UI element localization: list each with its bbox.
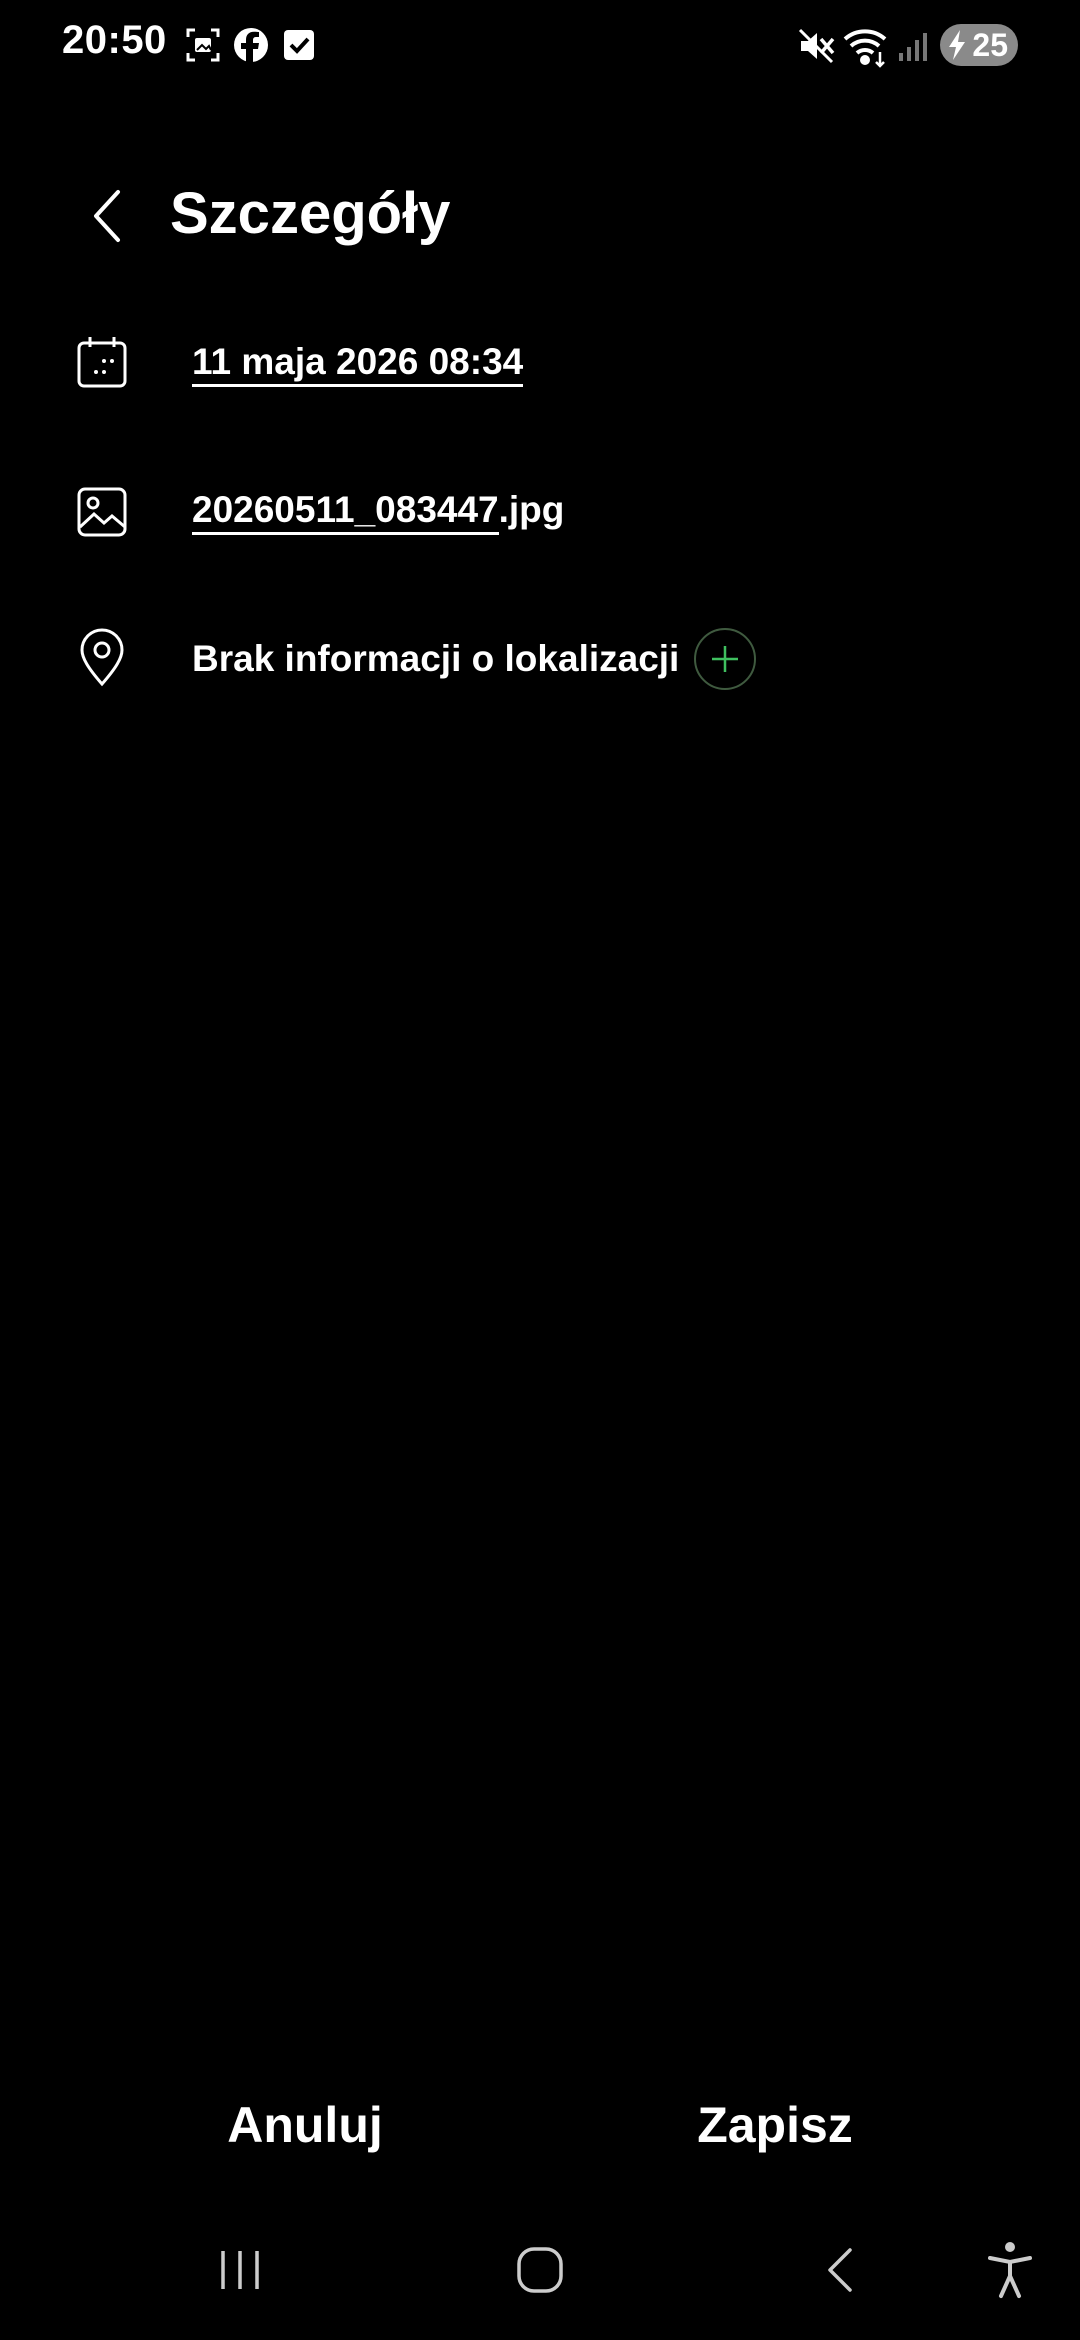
recent-apps-icon <box>221 2251 259 2289</box>
checkbox-icon <box>280 26 318 64</box>
location-pin-icon <box>72 628 132 688</box>
recent-apps-button[interactable] <box>200 2240 280 2300</box>
status-bar: 20:50 25 <box>0 0 1080 96</box>
page-title: Szczegóły <box>170 181 451 246</box>
cancel-button[interactable]: Anuluj <box>180 2096 430 2154</box>
nav-back-button[interactable] <box>800 2240 880 2300</box>
charging-bolt-icon <box>946 29 968 66</box>
status-time: 20:50 <box>62 18 167 62</box>
battery-indicator: 25 <box>940 24 1018 66</box>
battery-level: 25 <box>972 26 1008 63</box>
date-time-value[interactable]: 11 maja 2026 08:34 <box>192 341 524 387</box>
save-button[interactable]: Zapisz <box>650 2096 900 2154</box>
calendar-icon <box>72 332 132 392</box>
signal-icon <box>896 28 930 64</box>
facebook-icon <box>232 26 270 64</box>
add-location-button[interactable] <box>694 628 756 690</box>
back-button[interactable] <box>76 176 136 256</box>
home-icon <box>517 2247 563 2293</box>
plus-icon <box>712 646 738 672</box>
image-icon <box>72 482 132 542</box>
accessibility-icon <box>988 2242 1032 2298</box>
screenshot-icon <box>184 26 222 64</box>
wifi-icon <box>842 24 890 68</box>
location-text: Brak informacji o lokalizacji <box>192 638 680 679</box>
filename-extension: .jpg <box>498 489 565 530</box>
filename-input[interactable]: 20260511_083447 <box>192 489 499 535</box>
date-row[interactable]: 11 maja 2026 08:34 <box>192 341 524 387</box>
mute-icon <box>796 26 836 66</box>
filename-row[interactable]: 20260511_083447.jpg <box>192 489 565 535</box>
home-button[interactable] <box>500 2240 580 2300</box>
back-icon <box>828 2248 852 2292</box>
chevron-left-icon <box>94 190 120 242</box>
accessibility-button[interactable] <box>972 2238 1048 2302</box>
